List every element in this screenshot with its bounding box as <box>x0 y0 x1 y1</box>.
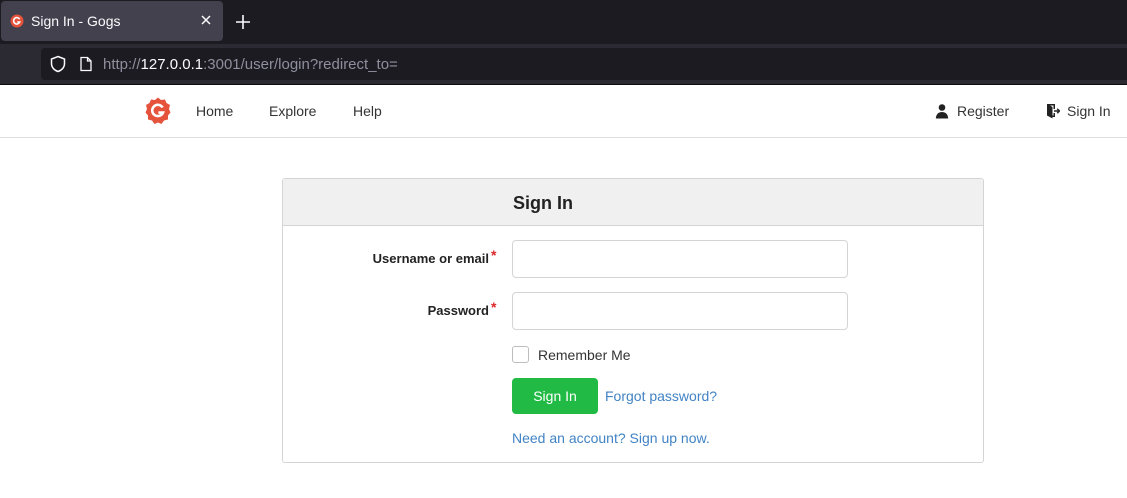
password-label: Password <box>427 303 489 318</box>
sign-in-link[interactable]: Sign In <box>1067 103 1111 119</box>
sign-in-button[interactable]: Sign In <box>512 378 598 414</box>
url-scheme: http:// <box>103 56 141 73</box>
username-required-mark: * <box>491 247 497 263</box>
nav-help-link[interactable]: Help <box>353 103 382 119</box>
password-required-mark: * <box>491 299 497 315</box>
tab-title: Sign In - Gogs <box>31 13 121 29</box>
form-title: Sign In <box>513 193 573 213</box>
site-header: Home Explore Help Register Sign In <box>0 85 1127 138</box>
new-tab-plus-icon[interactable] <box>233 12 253 32</box>
browser-tab-active[interactable]: Sign In - Gogs <box>1 1 223 41</box>
close-tab-icon[interactable] <box>198 12 214 28</box>
address-bar[interactable]: http://127.0.0.1:3001/user/login?redirec… <box>41 48 1127 80</box>
url-host: 127.0.0.1 <box>140 56 204 73</box>
register-link[interactable]: Register <box>957 103 1009 119</box>
url-path: :3001/user/login?redirect_to= <box>203 56 398 73</box>
browser-tab-bar: Sign In - Gogs <box>0 0 1127 44</box>
user-icon <box>935 104 949 119</box>
forgot-password-link[interactable]: Forgot password? <box>605 388 717 404</box>
sign-in-form: Sign In Username or email * Password * R… <box>282 178 984 463</box>
remember-me-label[interactable]: Remember Me <box>538 347 631 363</box>
sign-up-link[interactable]: Need an account? Sign up now. <box>512 430 710 446</box>
gogs-favicon-icon <box>10 14 24 28</box>
sign-in-icon <box>1047 104 1060 119</box>
page-info-icon[interactable] <box>78 56 94 72</box>
remember-me-checkbox[interactable] <box>512 346 529 363</box>
url-text: http://127.0.0.1:3001/user/login?redirec… <box>103 56 398 73</box>
password-input[interactable] <box>512 292 848 330</box>
browser-nav-bar: http://127.0.0.1:3001/user/login?redirec… <box>0 44 1127 84</box>
form-header: Sign In <box>283 179 983 226</box>
tracking-shield-icon[interactable] <box>49 55 67 73</box>
username-input[interactable] <box>512 240 848 278</box>
gogs-logo-icon[interactable] <box>145 97 171 125</box>
nav-explore-link[interactable]: Explore <box>269 103 316 119</box>
username-label: Username or email <box>372 251 489 266</box>
nav-home-link[interactable]: Home <box>196 103 233 119</box>
